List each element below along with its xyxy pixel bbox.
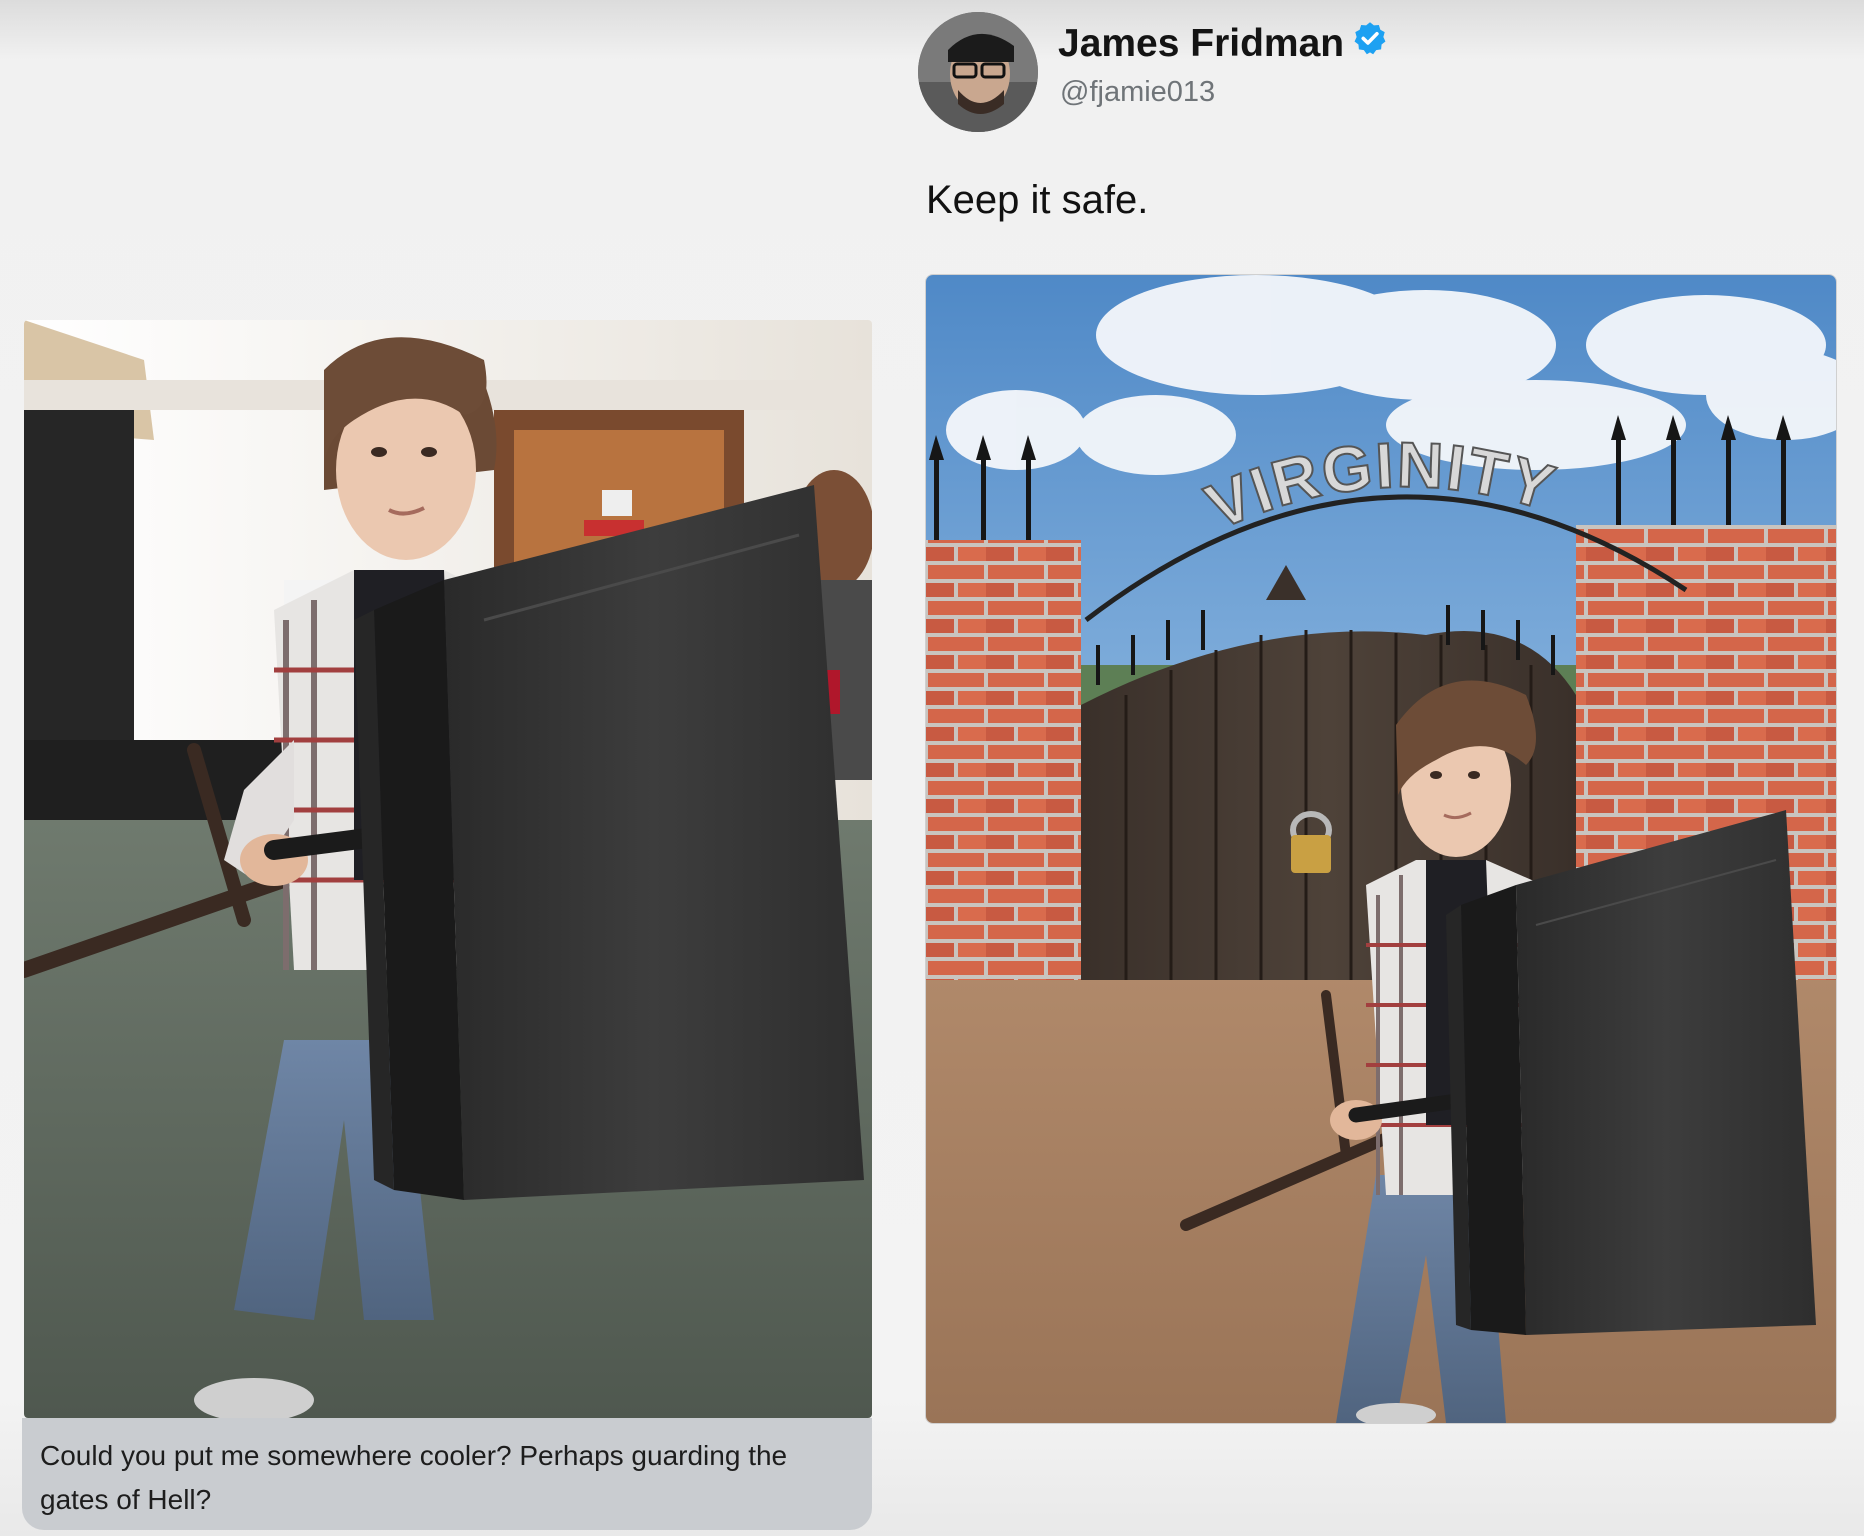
original-photo-image — [24, 320, 872, 1418]
author-handle[interactable]: @fjamie013 — [1060, 76, 1215, 109]
original-caption-bubble: Could you put me somewhere cooler? Perha… — [22, 1418, 872, 1530]
author-avatar[interactable] — [918, 12, 1038, 132]
edited-photo-image: VIRGINITY — [926, 275, 1836, 1423]
tweet-header: James Fridman @fjamie013 — [918, 12, 1518, 132]
tweet-text: Keep it safe. — [926, 178, 1149, 222]
verified-badge-icon — [1352, 20, 1388, 66]
author-name[interactable]: James Fridman — [1058, 20, 1388, 66]
edited-photo[interactable]: VIRGINITY — [925, 274, 1837, 1424]
original-photo[interactable] — [24, 320, 872, 1418]
original-caption-text: Could you put me somewhere cooler? Perha… — [40, 1440, 788, 1515]
avatar-image — [918, 12, 1038, 132]
author-name-text: James Fridman — [1058, 22, 1345, 65]
